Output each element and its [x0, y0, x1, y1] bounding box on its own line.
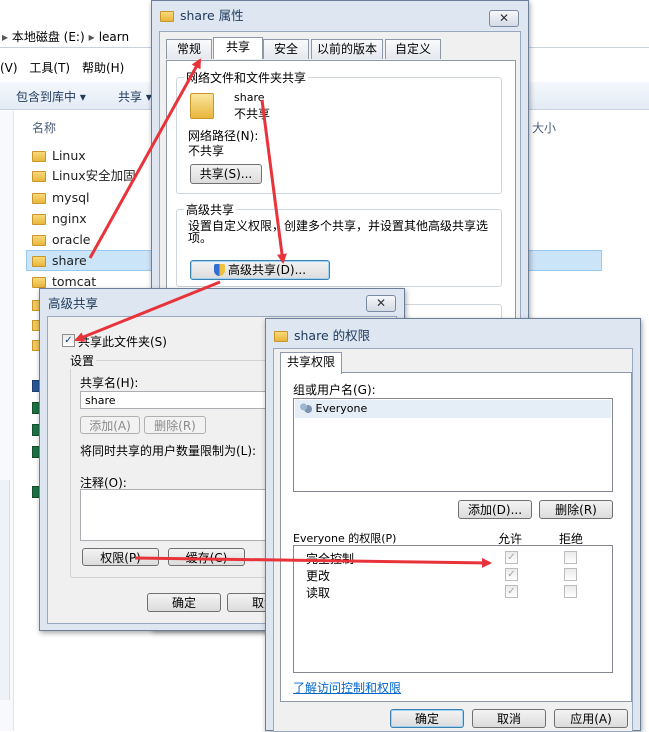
caching-button[interactable]: 缓存(C)	[168, 548, 245, 566]
advanced-sharing-titlebar[interactable]: 高级共享	[40, 289, 404, 315]
file-item-label: nginx	[52, 211, 87, 226]
allow-change-checkbox[interactable]: ✓	[505, 568, 518, 581]
address-folder[interactable]: learn	[99, 30, 129, 44]
properties-close-button[interactable]: ✕	[489, 10, 519, 27]
ok-button[interactable]: 确定	[147, 593, 221, 612]
advanced-sharing-desc: 设置自定义权限，创建多个共享，并设置其他高级共享选项。	[188, 219, 489, 245]
folder-icon	[32, 235, 46, 246]
tab-customize[interactable]: 自定义	[385, 39, 441, 59]
menu-help[interactable]: 帮助(H)	[82, 61, 124, 75]
perm-row-change: 更改	[306, 569, 331, 583]
advanced-sharing-title: 高级共享	[48, 295, 99, 311]
folder-icon	[32, 256, 46, 267]
folder-icon	[32, 277, 46, 288]
permissions-for-label: Everyone 的权限(P)	[293, 532, 397, 545]
folder-icon	[32, 214, 46, 225]
menu-tools[interactable]: 工具(T)	[29, 61, 70, 75]
remove-share-button[interactable]: 删除(R)	[144, 416, 206, 434]
allow-read-checkbox[interactable]: ✓	[505, 585, 518, 598]
users-group-icon	[299, 403, 312, 414]
perm-apply-button[interactable]: 应用(A)	[554, 709, 628, 728]
file-item-label: mysql	[52, 190, 90, 205]
remove-user-button[interactable]: 删除(R)	[539, 500, 613, 519]
properties-titlebar[interactable]: share 属性	[152, 1, 528, 27]
share-name-label: 共享名(H):	[80, 376, 139, 390]
tab-general[interactable]: 常规	[166, 39, 212, 59]
folder-icon	[274, 330, 288, 342]
large-folder-icon	[190, 93, 214, 119]
file-item-label: oracle	[52, 232, 91, 247]
address-sep-icon: ▸	[2, 30, 12, 44]
address-sep-icon: ▸	[88, 30, 95, 44]
perm-row-full-control: 完全控制	[306, 552, 355, 566]
folder-share-state: 不共享	[234, 107, 271, 121]
file-item-mysql[interactable]: mysql	[32, 188, 90, 208]
file-item-nginx[interactable]: nginx	[32, 209, 87, 229]
file-item-label: Linux	[52, 148, 86, 163]
address-drive[interactable]: 本地磁盘 (E:)	[12, 30, 85, 44]
column-header-size[interactable]: 大小	[532, 119, 556, 136]
add-share-button[interactable]: 添加(A)	[80, 416, 140, 434]
share-folder-checkbox-label[interactable]: 共享此文件夹(S)	[78, 333, 167, 350]
perm-cancel-button[interactable]: 取消	[472, 709, 546, 728]
file-item-label: tomcat	[52, 274, 97, 289]
advanced-sharing-button-label: 高级共享(D)...	[227, 263, 307, 277]
file-item-label: Linux安全加固	[52, 168, 136, 183]
address-bar-right[interactable]	[520, 26, 649, 48]
perm-ok-button[interactable]: 确定	[390, 709, 464, 728]
share-folder-checkbox[interactable]: ✓	[62, 334, 75, 347]
permissions-dialog: share 的权限 共享权限 组或用户名(G): Everyone 添加(D).…	[265, 318, 641, 732]
permissions-button[interactable]: 权限(P)	[82, 548, 159, 566]
add-user-button[interactable]: 添加(D)...	[458, 500, 532, 519]
settings-label: 设置	[68, 352, 97, 369]
learn-access-control-link[interactable]: 了解访问控制和权限	[293, 679, 401, 696]
properties-title: share 属性	[180, 7, 244, 23]
share-button[interactable]: 共享(S)...	[190, 164, 262, 184]
folder-icon	[160, 10, 174, 22]
file-item-linux-hardening[interactable]: Linux安全加固	[32, 166, 136, 186]
allow-full-control-checkbox[interactable]: ✓	[505, 551, 518, 564]
tab-share-permissions[interactable]: 共享权限	[280, 352, 342, 374]
user-item-label: Everyone	[315, 402, 368, 415]
network-path-value: 不共享	[188, 144, 225, 158]
properties-tabs: 常规 共享 安全 以前的版本 自定义	[166, 37, 516, 61]
deny-full-control-checkbox[interactable]	[564, 551, 577, 564]
column-header-name[interactable]: 名称	[32, 119, 56, 136]
tab-security[interactable]: 安全	[263, 39, 309, 59]
tab-sharing[interactable]: 共享	[213, 37, 263, 59]
uac-shield-icon	[213, 264, 225, 276]
toolbar-share[interactable]: 共享 ▾	[118, 88, 152, 105]
folder-name: share	[234, 91, 265, 104]
permissions-titlebar[interactable]: share 的权限	[266, 321, 640, 347]
user-limit-label: 将同时共享的用户数量限制为(L):	[80, 444, 257, 458]
advanced-sharing-close-button[interactable]: ✕	[366, 295, 396, 312]
advanced-sharing-label: 高级共享	[184, 201, 237, 218]
tab-previous-versions[interactable]: 以前的版本	[311, 39, 383, 59]
menu-bar: (V) 工具(T) 帮助(H)	[0, 57, 160, 79]
network-sharing-label: 网络文件和文件夹共享	[184, 69, 309, 86]
perm-row-read: 读取	[306, 586, 331, 600]
file-item-oracle[interactable]: oracle	[32, 230, 90, 250]
folder-icon	[32, 151, 46, 162]
folder-icon	[32, 171, 46, 182]
file-item-label: share	[52, 253, 87, 268]
toolbar-include-library[interactable]: 包含到库中 ▾	[16, 88, 86, 105]
address-bar[interactable]: ▸ 本地磁盘 (E:) ▸ learn	[0, 26, 160, 48]
advanced-sharing-button[interactable]: 高级共享(D)...	[190, 260, 330, 280]
menu-view[interactable]: (V)	[0, 61, 18, 75]
deny-change-checkbox[interactable]	[564, 568, 577, 581]
group-or-user-label: 组或用户名(G):	[293, 383, 376, 397]
folder-icon	[32, 193, 46, 204]
scrollbar[interactable]	[0, 480, 10, 700]
file-item-share[interactable]: share	[32, 251, 87, 271]
file-item-linux[interactable]: Linux	[32, 146, 86, 166]
permissions-title: share 的权限	[294, 327, 371, 343]
user-item-everyone[interactable]: Everyone	[295, 400, 611, 418]
deny-read-checkbox[interactable]	[564, 585, 577, 598]
